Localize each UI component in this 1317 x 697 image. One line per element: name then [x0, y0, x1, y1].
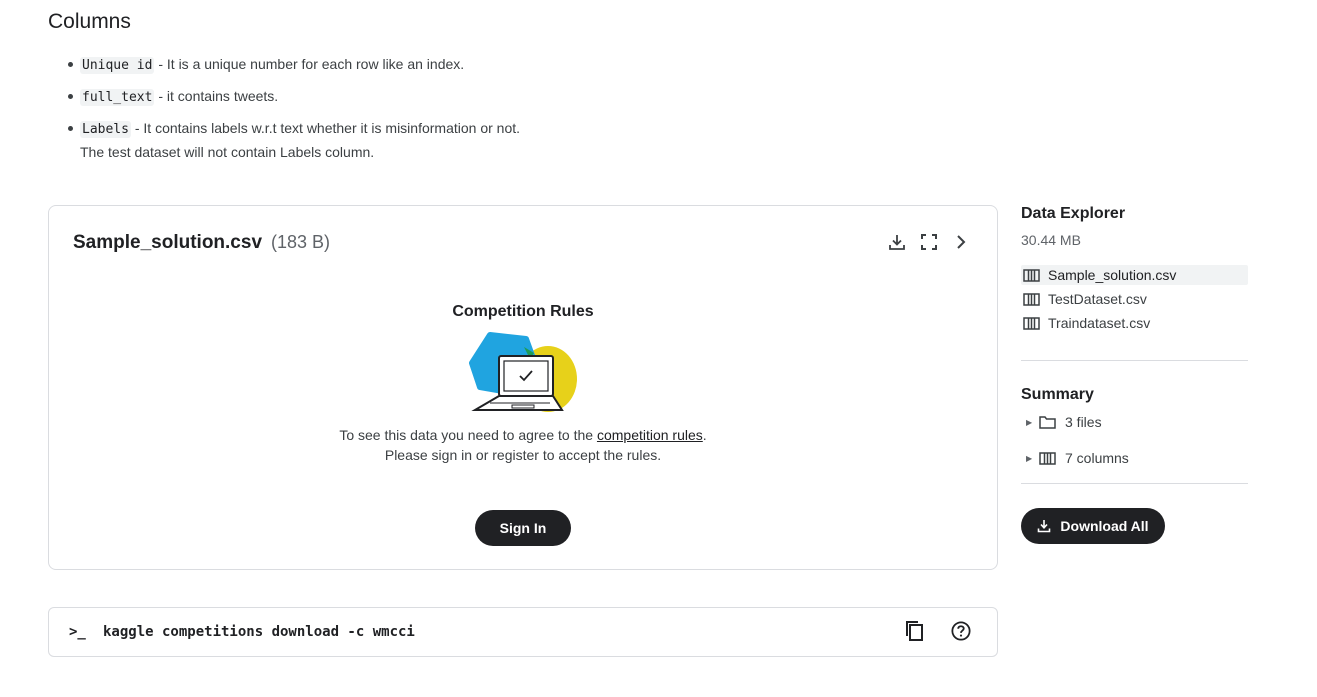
summary-title: Summary — [1021, 386, 1094, 403]
file-item-test-dataset[interactable]: TestDataset.csv — [1021, 289, 1248, 309]
column-item-full-text: full_text - it contains tweets. — [68, 86, 780, 108]
column-code: Labels — [80, 121, 131, 138]
cli-command-bar: >_ kaggle competitions download -c wmcci — [48, 607, 998, 657]
column-description: - it contains tweets. — [154, 88, 279, 104]
competition-rules-panel: Competition Rules To see this data you n… — [49, 303, 997, 465]
column-code: full_text — [80, 89, 155, 106]
file-item-label: TestDataset.csv — [1048, 291, 1147, 307]
data-explorer-size: 30.44 MB — [1021, 232, 1081, 248]
data-explorer: Data Explorer 30.44 MB Sample_solution.c… — [1021, 205, 1248, 544]
file-item-label: Sample_solution.csv — [1048, 267, 1177, 283]
help-icon[interactable] — [951, 621, 971, 641]
file-name: Sample_solution.csv — [73, 232, 263, 253]
rules-message: To see this data you need to agree to th… — [49, 425, 997, 465]
column-description: - It contains labels w.r.t text whether … — [130, 120, 521, 136]
file-header: Sample_solution.csv (183 B) — [73, 232, 330, 254]
column-item-labels: Labels - It contains labels w.r.t text w… — [68, 118, 780, 162]
caret-right-icon: ▶ — [1026, 453, 1033, 463]
file-actions — [887, 232, 971, 252]
divider — [1021, 360, 1248, 361]
table-icon — [1039, 451, 1065, 465]
competition-rules-link[interactable]: competition rules — [597, 427, 703, 443]
fullscreen-icon[interactable] — [919, 232, 939, 252]
terminal-icon: >_ — [69, 624, 86, 640]
file-preview-card: Sample_solution.csv (183 B) Competition … — [48, 205, 998, 570]
table-icon — [1023, 268, 1040, 282]
chevron-right-icon[interactable] — [951, 232, 971, 252]
file-list: Sample_solution.csv TestDataset.csv Trai… — [1021, 265, 1248, 333]
download-icon — [1038, 520, 1051, 533]
rules-text-start: To see this data you need to agree to th… — [339, 427, 597, 443]
rules-title: Competition Rules — [452, 303, 594, 320]
column-item-unique-id: Unique id - It is a unique number for ea… — [68, 54, 780, 76]
data-explorer-title: Data Explorer — [1021, 205, 1126, 222]
file-item-label: Traindataset.csv — [1048, 315, 1151, 331]
cli-actions — [905, 621, 971, 641]
file-size: (183 B) — [271, 232, 331, 252]
column-description: - It is a unique number for each row lik… — [154, 56, 465, 72]
columns-heading: Columns — [48, 10, 131, 33]
table-icon — [1023, 292, 1040, 306]
rules-text-line2: Please sign in or register to accept the… — [384, 447, 662, 463]
column-code: Unique id — [80, 57, 155, 74]
column-note: The test dataset will not contain Labels… — [80, 144, 375, 160]
divider — [1021, 483, 1248, 484]
download-all-label: Download All — [1060, 518, 1149, 534]
file-item-train-dataset[interactable]: Traindataset.csv — [1021, 313, 1248, 333]
caret-right-icon: ▶ — [1026, 417, 1033, 427]
download-all-button[interactable]: Download All — [1021, 508, 1165, 544]
download-icon[interactable] — [887, 232, 907, 252]
columns-list: Unique id - It is a unique number for ea… — [68, 54, 780, 172]
summary-columns-label: 7 columns — [1065, 450, 1129, 466]
folder-icon — [1039, 415, 1065, 429]
copy-icon[interactable] — [905, 621, 925, 641]
table-icon — [1023, 316, 1040, 330]
summary-columns-row[interactable]: ▶ 7 columns — [1021, 448, 1248, 468]
rules-text-end: . — [702, 427, 707, 443]
sign-in-button[interactable]: Sign In — [475, 510, 571, 546]
summary-files-label: 3 files — [1065, 414, 1102, 430]
cli-command: kaggle competitions download -c wmcci — [103, 624, 415, 640]
file-item-sample-solution[interactable]: Sample_solution.csv — [1021, 265, 1248, 285]
summary-files-row[interactable]: ▶ 3 files — [1021, 412, 1248, 432]
laptop-illustration — [469, 332, 577, 412]
